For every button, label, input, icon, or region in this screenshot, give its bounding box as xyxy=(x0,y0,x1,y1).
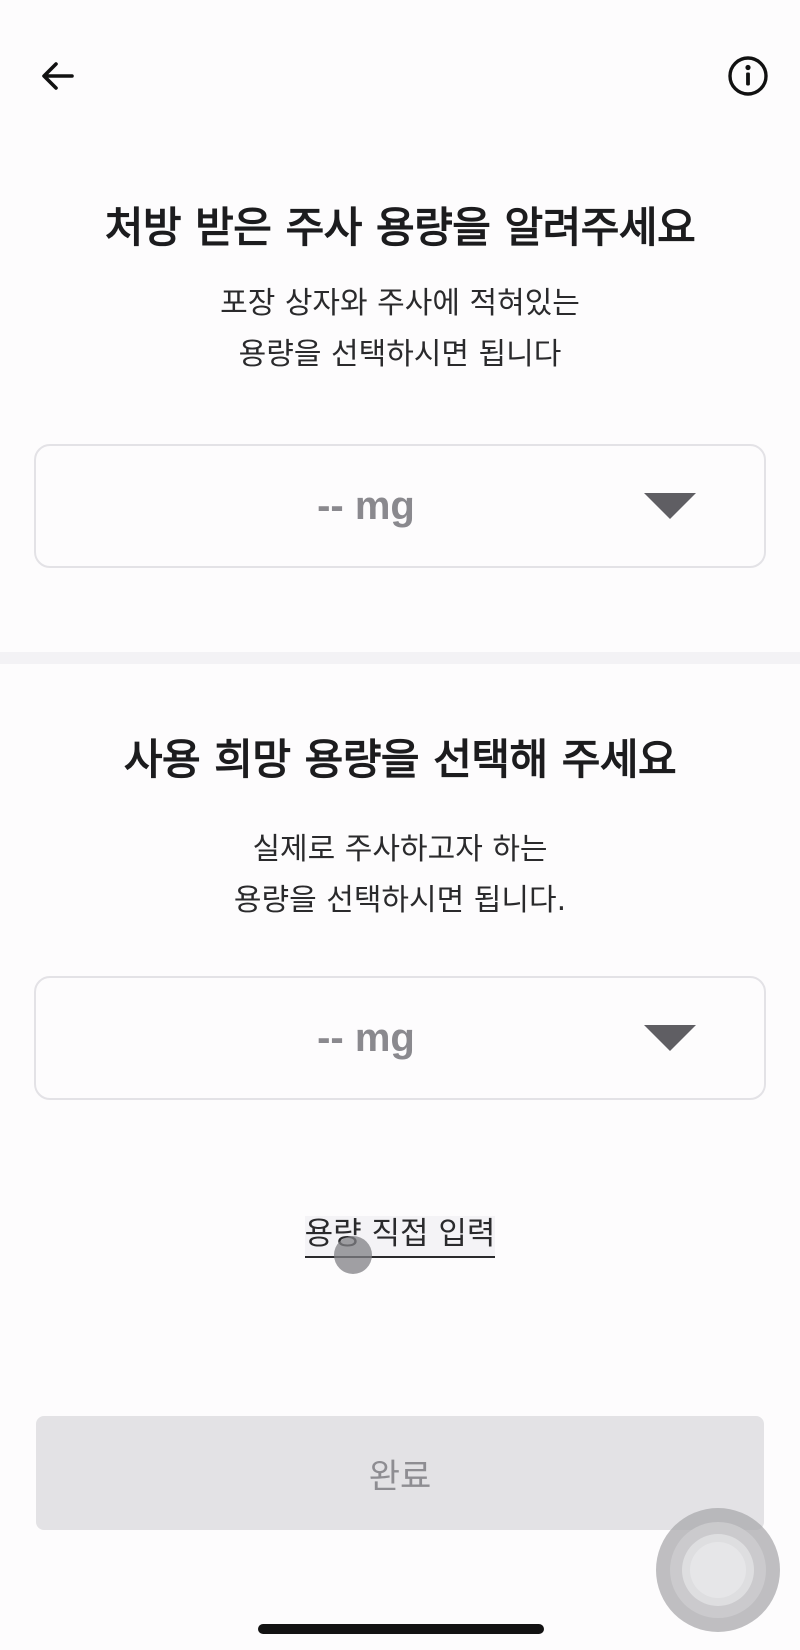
arrow-left-icon xyxy=(42,62,74,90)
desired-dose-select[interactable]: -- mg xyxy=(34,976,766,1100)
back-button[interactable] xyxy=(30,48,86,104)
info-circle-icon xyxy=(728,56,768,96)
prescribed-dose-select[interactable]: -- mg xyxy=(34,444,766,568)
prescribed-dose-title: 처방 받은 주사 용량을 알려주세요 xyxy=(104,203,696,252)
caret-down-icon xyxy=(644,1025,696,1051)
touch-indicator xyxy=(334,1236,372,1274)
assistive-touch-button[interactable] xyxy=(656,1508,780,1632)
assistive-touch-ring-inner xyxy=(682,1534,754,1606)
assistive-touch-core xyxy=(690,1542,746,1598)
desired-desc-line2: 용량을 선택하시면 됩니다. xyxy=(233,883,567,918)
dose-selection-screen: 처방 받은 주사 용량을 알려주세요 포장 상자와 주사에 적혀있는 용량을 선… xyxy=(0,0,800,1650)
done-button[interactable]: 완료 xyxy=(36,1416,764,1530)
desired-desc-line1: 실제로 주사하고자 하는 xyxy=(252,832,548,867)
caret-down-icon xyxy=(644,493,696,519)
home-indicator[interactable] xyxy=(258,1624,544,1634)
manual-entry-link-wrapper: 용량 직접 입력 xyxy=(0,1208,800,1258)
prescribed-dose-description: 포장 상자와 주사에 적혀있는 용량을 선택하시면 됩니다 xyxy=(0,278,800,380)
prescribed-desc-line2: 용량을 선택하시면 됩니다 xyxy=(238,337,562,372)
info-button[interactable] xyxy=(720,48,776,104)
desired-dose-description: 실제로 주사하고자 하는 용량을 선택하시면 됩니다. xyxy=(0,824,800,926)
assistive-touch-ring xyxy=(670,1522,766,1618)
desired-dose-title: 사용 희망 용량을 선택해 주세요 xyxy=(123,735,677,784)
prescribed-desc-line1: 포장 상자와 주사에 적혀있는 xyxy=(220,286,580,321)
section-divider xyxy=(0,652,800,664)
